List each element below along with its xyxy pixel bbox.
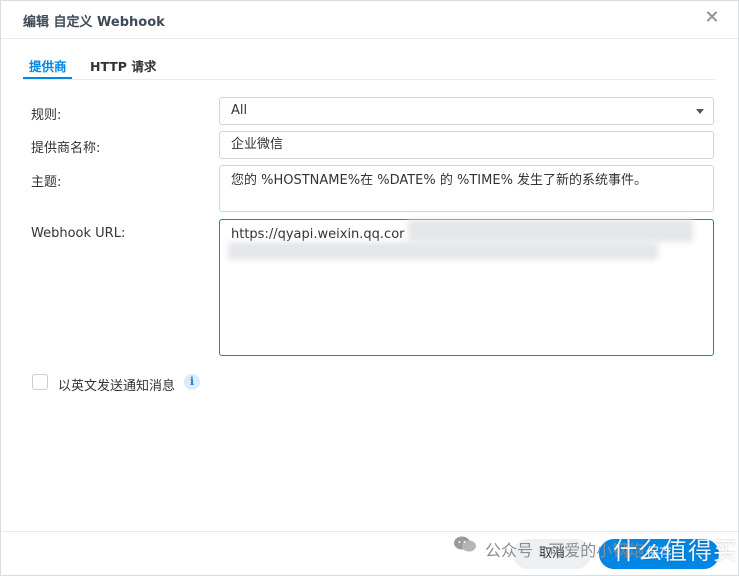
subject-value: 您的 %HOSTNAME%在 %DATE% 的 %TIME% 发生了新的系统事件… (231, 173, 648, 188)
english-message-label: 以英文发送通知消息 (58, 379, 176, 394)
chevron-down-icon (696, 109, 704, 114)
provider-name-value: 企业微信 (231, 137, 284, 152)
webhook-url-input[interactable]: https://qyapi.weixin.qq.cor (219, 219, 714, 356)
watermark-brand: 什么值得买 (613, 537, 738, 565)
rule-label: 规则: (31, 108, 62, 123)
webhook-dialog: 编辑 自定义 Webhook 提供商 HTTP 请求 规则: All 提供商名称… (0, 0, 739, 576)
provider-name-label: 提供商名称: (31, 141, 101, 156)
english-message-checkbox[interactable] (32, 374, 48, 390)
subject-input[interactable]: 您的 %HOSTNAME%在 %DATE% 的 %TIME% 发生了新的系统事件… (219, 165, 714, 212)
rule-select[interactable]: All (219, 97, 714, 125)
rule-select-value: All (231, 103, 248, 118)
wechat-icon (454, 536, 476, 552)
info-icon[interactable]: i (184, 374, 200, 390)
redacted-area (228, 242, 658, 260)
tab-provider[interactable]: 提供商 (29, 56, 67, 75)
close-icon[interactable] (704, 9, 720, 25)
webhook-url-value: https://qyapi.weixin.qq.cor (231, 227, 405, 242)
redacted-area (408, 220, 693, 242)
webhook-url-label: Webhook URL: (31, 226, 126, 241)
tab-divider (23, 79, 715, 80)
dialog-title: 编辑 自定义 Webhook (23, 15, 165, 30)
subject-label: 主题: (31, 175, 62, 190)
dialog-titlebar: 编辑 自定义 Webhook (1, 1, 738, 39)
provider-name-input[interactable]: 企业微信 (219, 131, 714, 159)
tab-http-request[interactable]: HTTP 请求 (90, 56, 156, 75)
tab-bar: 提供商 HTTP 请求 (23, 56, 723, 79)
